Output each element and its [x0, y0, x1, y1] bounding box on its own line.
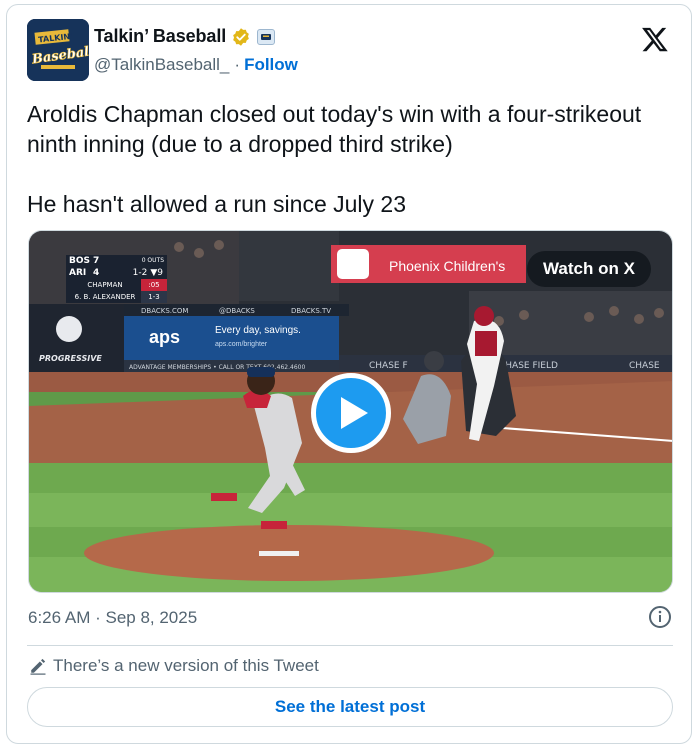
- home-score: 4: [93, 268, 100, 278]
- tweet-timestamp[interactable]: 6:26 AM · Sep 8, 2025: [28, 608, 197, 628]
- new-version-text: There’s a new version of this Tweet: [53, 656, 319, 675]
- tweet-text: Aroldis Chapman closed out today's win w…: [27, 101, 642, 217]
- away-team: BOS: [69, 256, 90, 266]
- chase-right-text: CHASE FIELD: [499, 361, 558, 371]
- edit-pencil-icon: [30, 658, 46, 675]
- outs: 0 OUTS: [141, 257, 164, 264]
- x-logo-icon[interactable]: [640, 25, 670, 53]
- divider: [27, 645, 673, 646]
- follow-button[interactable]: Follow: [244, 55, 298, 75]
- handle[interactable]: @TalkinBaseball_: [94, 55, 229, 75]
- dbacks-tv-text: DBACKS.TV: [291, 307, 331, 315]
- separator-dot: ·: [234, 55, 241, 74]
- chase-left-text: CHASE F: [369, 361, 408, 371]
- at-dbacks-text: @DBACKS: [219, 307, 255, 315]
- dbacks-com-text: DBACKS.COM: [141, 307, 188, 315]
- author-handle-row: @TalkinBaseball_ · Follow: [94, 55, 298, 75]
- display-name[interactable]: Talkin’ Baseball: [94, 26, 226, 47]
- avatar[interactable]: TALKIN' Baseball: [27, 19, 89, 81]
- watch-on-x-button[interactable]: Watch on X: [527, 251, 651, 287]
- play-button[interactable]: [311, 373, 391, 453]
- verified-badge-icon: [233, 27, 249, 46]
- info-icon[interactable]: [648, 605, 672, 629]
- away-score: 7: [93, 256, 100, 266]
- author-name-row: Talkin’ Baseball: [94, 26, 276, 47]
- phoenix-sign-text: Phoenix Children's: [389, 258, 505, 274]
- batter-line: 1-3: [141, 291, 167, 303]
- chase-far-text: CHASE: [629, 361, 660, 371]
- scoreboard: BOS 7 0 OUTS ARI 4 1-2 ▼9 CHAPMAN :05 6.…: [66, 255, 167, 303]
- progressive-text: PROGRESSIVE: [39, 354, 102, 363]
- play-icon: [341, 397, 368, 429]
- aps-tagline-text: Every day, savings.: [215, 325, 301, 336]
- talkin-baseball-logo: TALKIN' Baseball: [27, 19, 89, 81]
- pitch-clock: :05: [141, 279, 167, 291]
- aps-logo-text: aps: [149, 327, 180, 347]
- video-player[interactable]: Phoenix Children's DBACKS.COM @DBACKS DB…: [28, 230, 673, 593]
- batter-name: 6. B. ALEXANDER: [74, 293, 136, 301]
- home-team: ARI: [69, 268, 87, 278]
- new-version-notice: There’s a new version of this Tweet: [29, 656, 319, 676]
- aps-url-text: aps.com/brighter: [215, 341, 268, 348]
- inning: ▼9: [150, 268, 163, 278]
- advantage-text: ADVANTAGE MEMBERSHIPS • CALL OR TEXT 602…: [129, 364, 305, 371]
- count: 1-2: [132, 268, 148, 278]
- pitcher-name: CHAPMAN: [87, 281, 123, 289]
- affiliate-badge-icon[interactable]: [257, 28, 276, 45]
- tweet-card: TALKIN' Baseball Talkin’ Baseball @Talki…: [6, 4, 692, 744]
- see-latest-post-button[interactable]: See the latest post: [27, 687, 673, 727]
